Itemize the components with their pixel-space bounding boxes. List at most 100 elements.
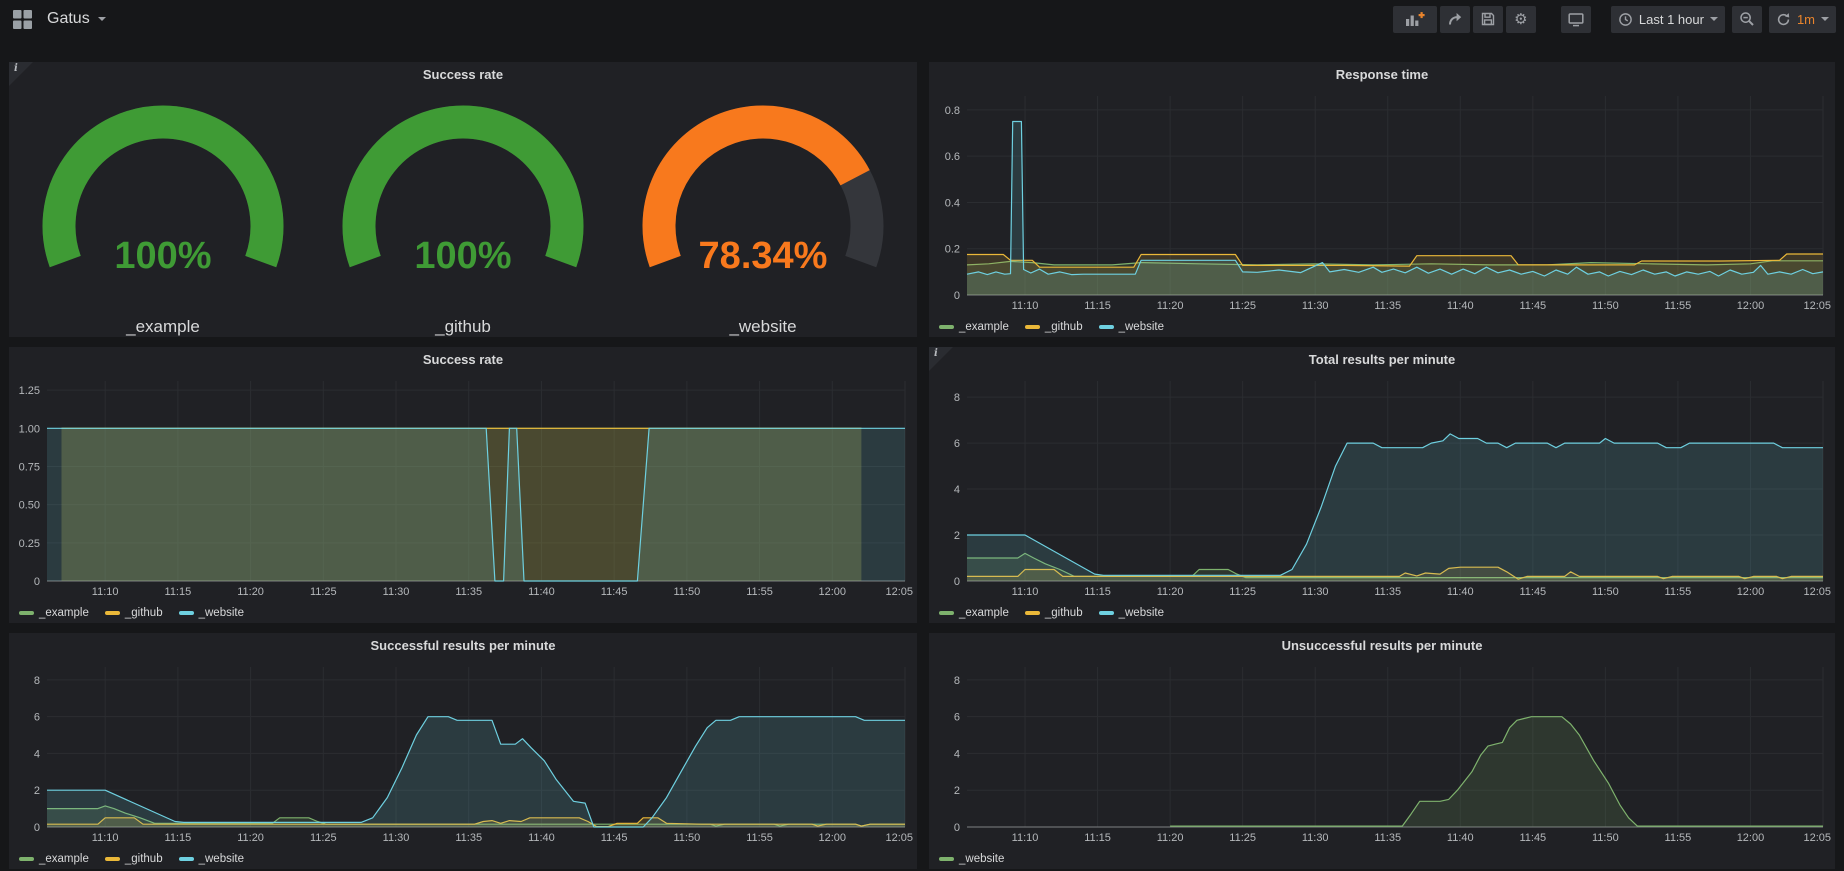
legend-item-_github[interactable]: _github (1025, 321, 1083, 333)
legend-series-label: _website (959, 853, 1004, 865)
panel-success-rate-gauges: i Success rate 100%_example100%_github78… (9, 62, 917, 337)
svg-text:0.75: 0.75 (19, 461, 40, 473)
panel-title[interactable]: Success rate (9, 347, 917, 373)
legend-series-label: _example (39, 607, 89, 619)
gauge-_website: 78.34%_website (613, 88, 913, 337)
svg-text:11:40: 11:40 (528, 586, 555, 598)
svg-text:0: 0 (34, 822, 40, 834)
time-range-picker[interactable]: Last 1 hour (1611, 6, 1725, 33)
svg-text:1.00: 1.00 (19, 423, 40, 435)
zoom-out-time-button[interactable] (1732, 6, 1762, 33)
svg-text:11:15: 11:15 (1084, 586, 1111, 598)
refresh-picker[interactable]: 1m (1769, 6, 1836, 33)
svg-text:11:15: 11:15 (1084, 832, 1111, 844)
legend-item-_github[interactable]: _github (105, 607, 163, 619)
panel-successful-results: Successful results per minute 11:1011:15… (9, 633, 917, 869)
svg-text:11:35: 11:35 (455, 586, 482, 598)
svg-text:11:25: 11:25 (310, 832, 337, 844)
svg-text:11:10: 11:10 (1012, 832, 1039, 844)
svg-text:11:40: 11:40 (1447, 300, 1474, 312)
cycle-view-mode-button[interactable] (1561, 6, 1591, 33)
svg-text:6: 6 (954, 712, 960, 724)
svg-text:12:05: 12:05 (1803, 586, 1831, 598)
svg-text:6: 6 (954, 438, 960, 450)
svg-text:0: 0 (954, 576, 960, 588)
panel-title[interactable]: Response time (929, 62, 1835, 88)
time-range-label: Last 1 hour (1639, 12, 1704, 27)
svg-text:11:55: 11:55 (1665, 300, 1692, 312)
gauge-label: _example (13, 317, 313, 337)
svg-text:11:35: 11:35 (455, 832, 482, 844)
unsuccessful-results-chart[interactable]: 11:1011:1511:2011:2511:3011:3511:4011:45… (931, 659, 1833, 845)
dashboard-title-caret-icon[interactable] (98, 17, 106, 21)
svg-text:12:00: 12:00 (1737, 300, 1765, 312)
legend-item-_website[interactable]: _website (179, 853, 244, 865)
svg-text:11:45: 11:45 (1519, 300, 1546, 312)
legend-item-_website[interactable]: _website (1099, 321, 1164, 333)
save-dashboard-button[interactable] (1473, 6, 1503, 33)
panel-total-results: i Total results per minute 11:1011:1511:… (929, 347, 1835, 623)
legend-series-dash (1099, 325, 1114, 329)
svg-text:11:50: 11:50 (1592, 300, 1619, 312)
legend-series-label: _website (199, 853, 244, 865)
svg-text:0: 0 (954, 290, 960, 302)
svg-text:11:25: 11:25 (1229, 300, 1256, 312)
tv-icon (1568, 11, 1584, 27)
legend-series-label: _website (1119, 607, 1164, 619)
legend-item-_website[interactable]: _website (179, 607, 244, 619)
clock-icon (1618, 12, 1633, 27)
svg-text:2: 2 (954, 530, 960, 542)
svg-text:12:05: 12:05 (1803, 832, 1831, 844)
legend-item-_example[interactable]: _example (939, 607, 1009, 619)
svg-text:11:15: 11:15 (165, 586, 192, 598)
panel-title[interactable]: Success rate (9, 62, 917, 88)
legend-series-label: _website (1119, 321, 1164, 333)
legend-item-_github[interactable]: _github (1025, 607, 1083, 619)
share-dashboard-button[interactable] (1440, 6, 1470, 33)
gear-icon: ⚙ (1514, 12, 1527, 27)
panel-success-rate-graph: Success rate 11:1011:1511:2011:2511:3011… (9, 347, 917, 623)
save-icon (1480, 11, 1496, 27)
dashboard-grid-icon[interactable] (13, 10, 32, 29)
response-time-chart[interactable]: 11:1011:1511:2011:2511:3011:3511:4011:45… (931, 88, 1833, 313)
legend-item-_example[interactable]: _example (939, 321, 1009, 333)
svg-text:11:45: 11:45 (1519, 586, 1546, 598)
svg-text:11:30: 11:30 (383, 832, 410, 844)
zoom-out-icon (1739, 11, 1755, 27)
legend-series-dash (179, 857, 194, 861)
add-panel-button[interactable] (1393, 6, 1437, 33)
legend-series-label: _example (959, 321, 1009, 333)
success-rate-chart[interactable]: 11:1011:1511:2011:2511:3011:3511:4011:45… (11, 373, 915, 599)
share-icon (1447, 11, 1463, 27)
total-results-chart[interactable]: 11:1011:1511:2011:2511:3011:3511:4011:45… (931, 373, 1833, 599)
svg-text:12:05: 12:05 (885, 832, 913, 844)
svg-text:12:00: 12:00 (819, 832, 847, 844)
svg-text:4: 4 (954, 748, 960, 760)
legend-item-_website[interactable]: _website (1099, 607, 1164, 619)
svg-text:11:20: 11:20 (1157, 300, 1184, 312)
svg-text:11:30: 11:30 (1302, 300, 1329, 312)
panel-title[interactable]: Unsuccessful results per minute (929, 633, 1835, 659)
dashboard-title[interactable]: Gatus (47, 10, 90, 28)
panel-title[interactable]: Total results per minute (929, 347, 1835, 373)
svg-text:11:20: 11:20 (237, 832, 264, 844)
legend-series-dash (1025, 325, 1040, 329)
svg-text:11:40: 11:40 (1447, 832, 1474, 844)
legend-item-_example[interactable]: _example (19, 853, 89, 865)
chart-legend: _website (939, 853, 1004, 865)
legend-item-_website[interactable]: _website (939, 853, 1004, 865)
svg-text:11:55: 11:55 (746, 832, 773, 844)
svg-text:11:55: 11:55 (746, 586, 773, 598)
svg-text:6: 6 (34, 712, 40, 724)
panel-title[interactable]: Successful results per minute (9, 633, 917, 659)
legend-item-_github[interactable]: _github (105, 853, 163, 865)
legend-item-_example[interactable]: _example (19, 607, 89, 619)
svg-text:11:10: 11:10 (1012, 586, 1039, 598)
successful-results-chart[interactable]: 11:1011:1511:2011:2511:3011:3511:4011:45… (11, 659, 915, 845)
legend-series-dash (939, 857, 954, 861)
legend-series-label: _github (125, 607, 163, 619)
dashboard-settings-button[interactable]: ⚙ (1506, 6, 1536, 33)
panel-response-time: Response time 11:1011:1511:2011:2511:301… (929, 62, 1835, 337)
svg-text:11:20: 11:20 (1157, 586, 1184, 598)
svg-text:12:05: 12:05 (885, 586, 913, 598)
